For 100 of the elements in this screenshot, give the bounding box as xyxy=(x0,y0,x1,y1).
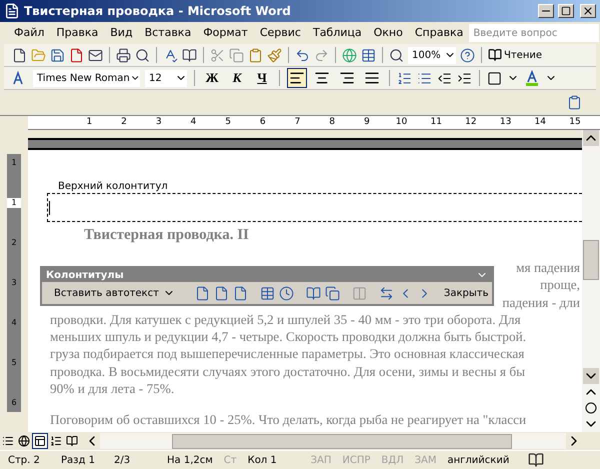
indent-decrease-icon[interactable] xyxy=(437,70,452,86)
menu-item[interactable]: Формат xyxy=(197,24,254,42)
menu-item[interactable]: Правка xyxy=(50,24,104,42)
clipboard-icon[interactable] xyxy=(567,95,582,110)
border-icon[interactable] xyxy=(487,70,502,86)
bold-button[interactable]: Ж xyxy=(202,68,222,88)
align-icon xyxy=(339,70,355,86)
indent-increase-icon[interactable] xyxy=(457,70,472,86)
status-item: Ст xyxy=(222,454,238,468)
reading-button[interactable]: Чтение xyxy=(488,48,542,62)
ruler-number: 15 xyxy=(568,116,582,129)
minimize-button[interactable] xyxy=(538,4,554,18)
browse-object-icon[interactable] xyxy=(585,402,597,414)
document-title: Твистерная проводка. II xyxy=(84,226,250,245)
zoom-icon[interactable] xyxy=(389,48,404,62)
status-item: Кол 1 xyxy=(246,454,278,468)
numbered-list-icon[interactable] xyxy=(397,70,412,86)
text-line: груза подбирается под вышеперечисленные параметры. Это основная классическая xyxy=(50,345,526,363)
toolbar-title: Колонтитулы xyxy=(46,268,124,282)
ruler-number: 12 xyxy=(464,116,478,129)
ruler-number: 1 xyxy=(7,198,21,208)
status-item: ЗАП xyxy=(310,454,332,468)
status-item: английский xyxy=(446,454,510,468)
zoom-field[interactable]: 100% xyxy=(408,46,456,64)
status-item: ИСПР xyxy=(341,454,372,468)
scroll-up-icon[interactable] xyxy=(583,130,599,146)
print-icon[interactable] xyxy=(116,48,131,62)
ruler-number: 8 xyxy=(328,116,336,129)
ruler-number: 7 xyxy=(294,116,302,129)
close-toolbar-button[interactable]: Закрыть xyxy=(444,286,488,300)
ruler-number: 4 xyxy=(190,116,198,129)
window-title: Твистерная проводка - Microsoft Word xyxy=(24,3,292,20)
scroll-down-icon[interactable] xyxy=(583,368,599,384)
ruler-number: 3 xyxy=(154,116,163,129)
font-field[interactable]: Times New Roman xyxy=(33,70,140,86)
ruler-number: 3 xyxy=(11,278,17,288)
close-icon xyxy=(582,5,594,17)
menu-item[interactable]: Таблица xyxy=(306,24,368,42)
mail-icon[interactable] xyxy=(88,48,103,62)
bulleted-list-icon[interactable] xyxy=(417,70,432,86)
undo-icon[interactable] xyxy=(295,48,310,62)
header-area[interactable] xyxy=(47,193,582,222)
maximize-button[interactable] xyxy=(558,4,574,18)
ruler-number: 6 xyxy=(258,116,267,129)
new-document-icon[interactable] xyxy=(12,48,27,62)
maximize-icon xyxy=(561,6,571,16)
insert-autotext-button[interactable]: Вставить автотекст xyxy=(46,286,183,300)
clock-icon[interactable] xyxy=(278,286,294,300)
menu-item[interactable]: Окно xyxy=(368,24,409,42)
status-item: ЗАМ xyxy=(414,454,438,468)
ruler-number: 5 xyxy=(11,358,17,368)
ruler-number: 10 xyxy=(394,116,408,129)
close-button[interactable] xyxy=(580,4,596,18)
format-painter-icon[interactable] xyxy=(267,48,282,62)
status-item: Стр. 2 xyxy=(7,454,41,468)
help-icon[interactable] xyxy=(460,48,475,62)
view-icon xyxy=(50,435,62,447)
font-size-field[interactable]: 12 xyxy=(145,70,187,86)
print-preview-icon[interactable] xyxy=(135,48,150,62)
view-button[interactable] xyxy=(32,433,48,449)
ruler-number: 14 xyxy=(534,116,547,129)
text-line: падения - дли xyxy=(502,294,580,311)
ruler-number: 9 xyxy=(362,116,371,129)
menu-item[interactable]: Файл xyxy=(8,24,50,42)
menu-item[interactable]: Сервис xyxy=(254,24,307,42)
font-color-icon[interactable] xyxy=(524,70,540,86)
view-icon xyxy=(34,435,46,447)
align-button[interactable] xyxy=(287,68,307,88)
view-button[interactable] xyxy=(64,433,80,449)
text-line: проводки. Для катушек с редукцией 5,2 и шпулей 35 - 40 мм - это три оборота. Для xyxy=(50,310,522,328)
status-item: 2/3 xyxy=(113,454,132,468)
view-icon xyxy=(66,435,78,447)
book-icon xyxy=(488,48,502,62)
spelling-status-icon xyxy=(528,452,544,468)
underline-button[interactable]: Ч xyxy=(252,68,272,88)
ruler-number: 2 xyxy=(120,116,128,129)
align-icon xyxy=(364,70,380,86)
align-icon xyxy=(314,70,330,86)
scroll-thumb[interactable] xyxy=(172,434,512,448)
view-button[interactable] xyxy=(16,433,32,449)
ruler-number: 4 xyxy=(11,318,17,328)
italic-button[interactable]: К xyxy=(227,68,247,88)
switch-icon[interactable] xyxy=(378,286,394,300)
text-line: 90% и для лета - 75%. xyxy=(50,380,176,398)
help-search-field[interactable]: Введите вопрос xyxy=(469,24,600,42)
copy-icon[interactable] xyxy=(229,48,244,62)
ruler-number: 1 xyxy=(85,116,94,129)
scroll-thumb[interactable] xyxy=(583,240,599,280)
menu-item[interactable]: Вставка xyxy=(138,24,198,42)
paste-icon[interactable] xyxy=(248,48,263,62)
menu-item[interactable]: Вид xyxy=(104,24,139,42)
text-line: проводка. В восьмидесяти случаях этого достаточно. Для осени, зимы и весны я бы xyxy=(50,362,526,380)
view-icon xyxy=(18,435,30,447)
ruler-number: 11 xyxy=(429,116,443,129)
text-line: проще, xyxy=(540,276,580,294)
menu-item[interactable]: Справка xyxy=(408,24,470,42)
status-item: На 1,2см xyxy=(166,454,214,468)
table-icon[interactable] xyxy=(361,48,376,62)
save-icon[interactable] xyxy=(50,48,65,62)
cut-icon[interactable] xyxy=(210,48,225,62)
